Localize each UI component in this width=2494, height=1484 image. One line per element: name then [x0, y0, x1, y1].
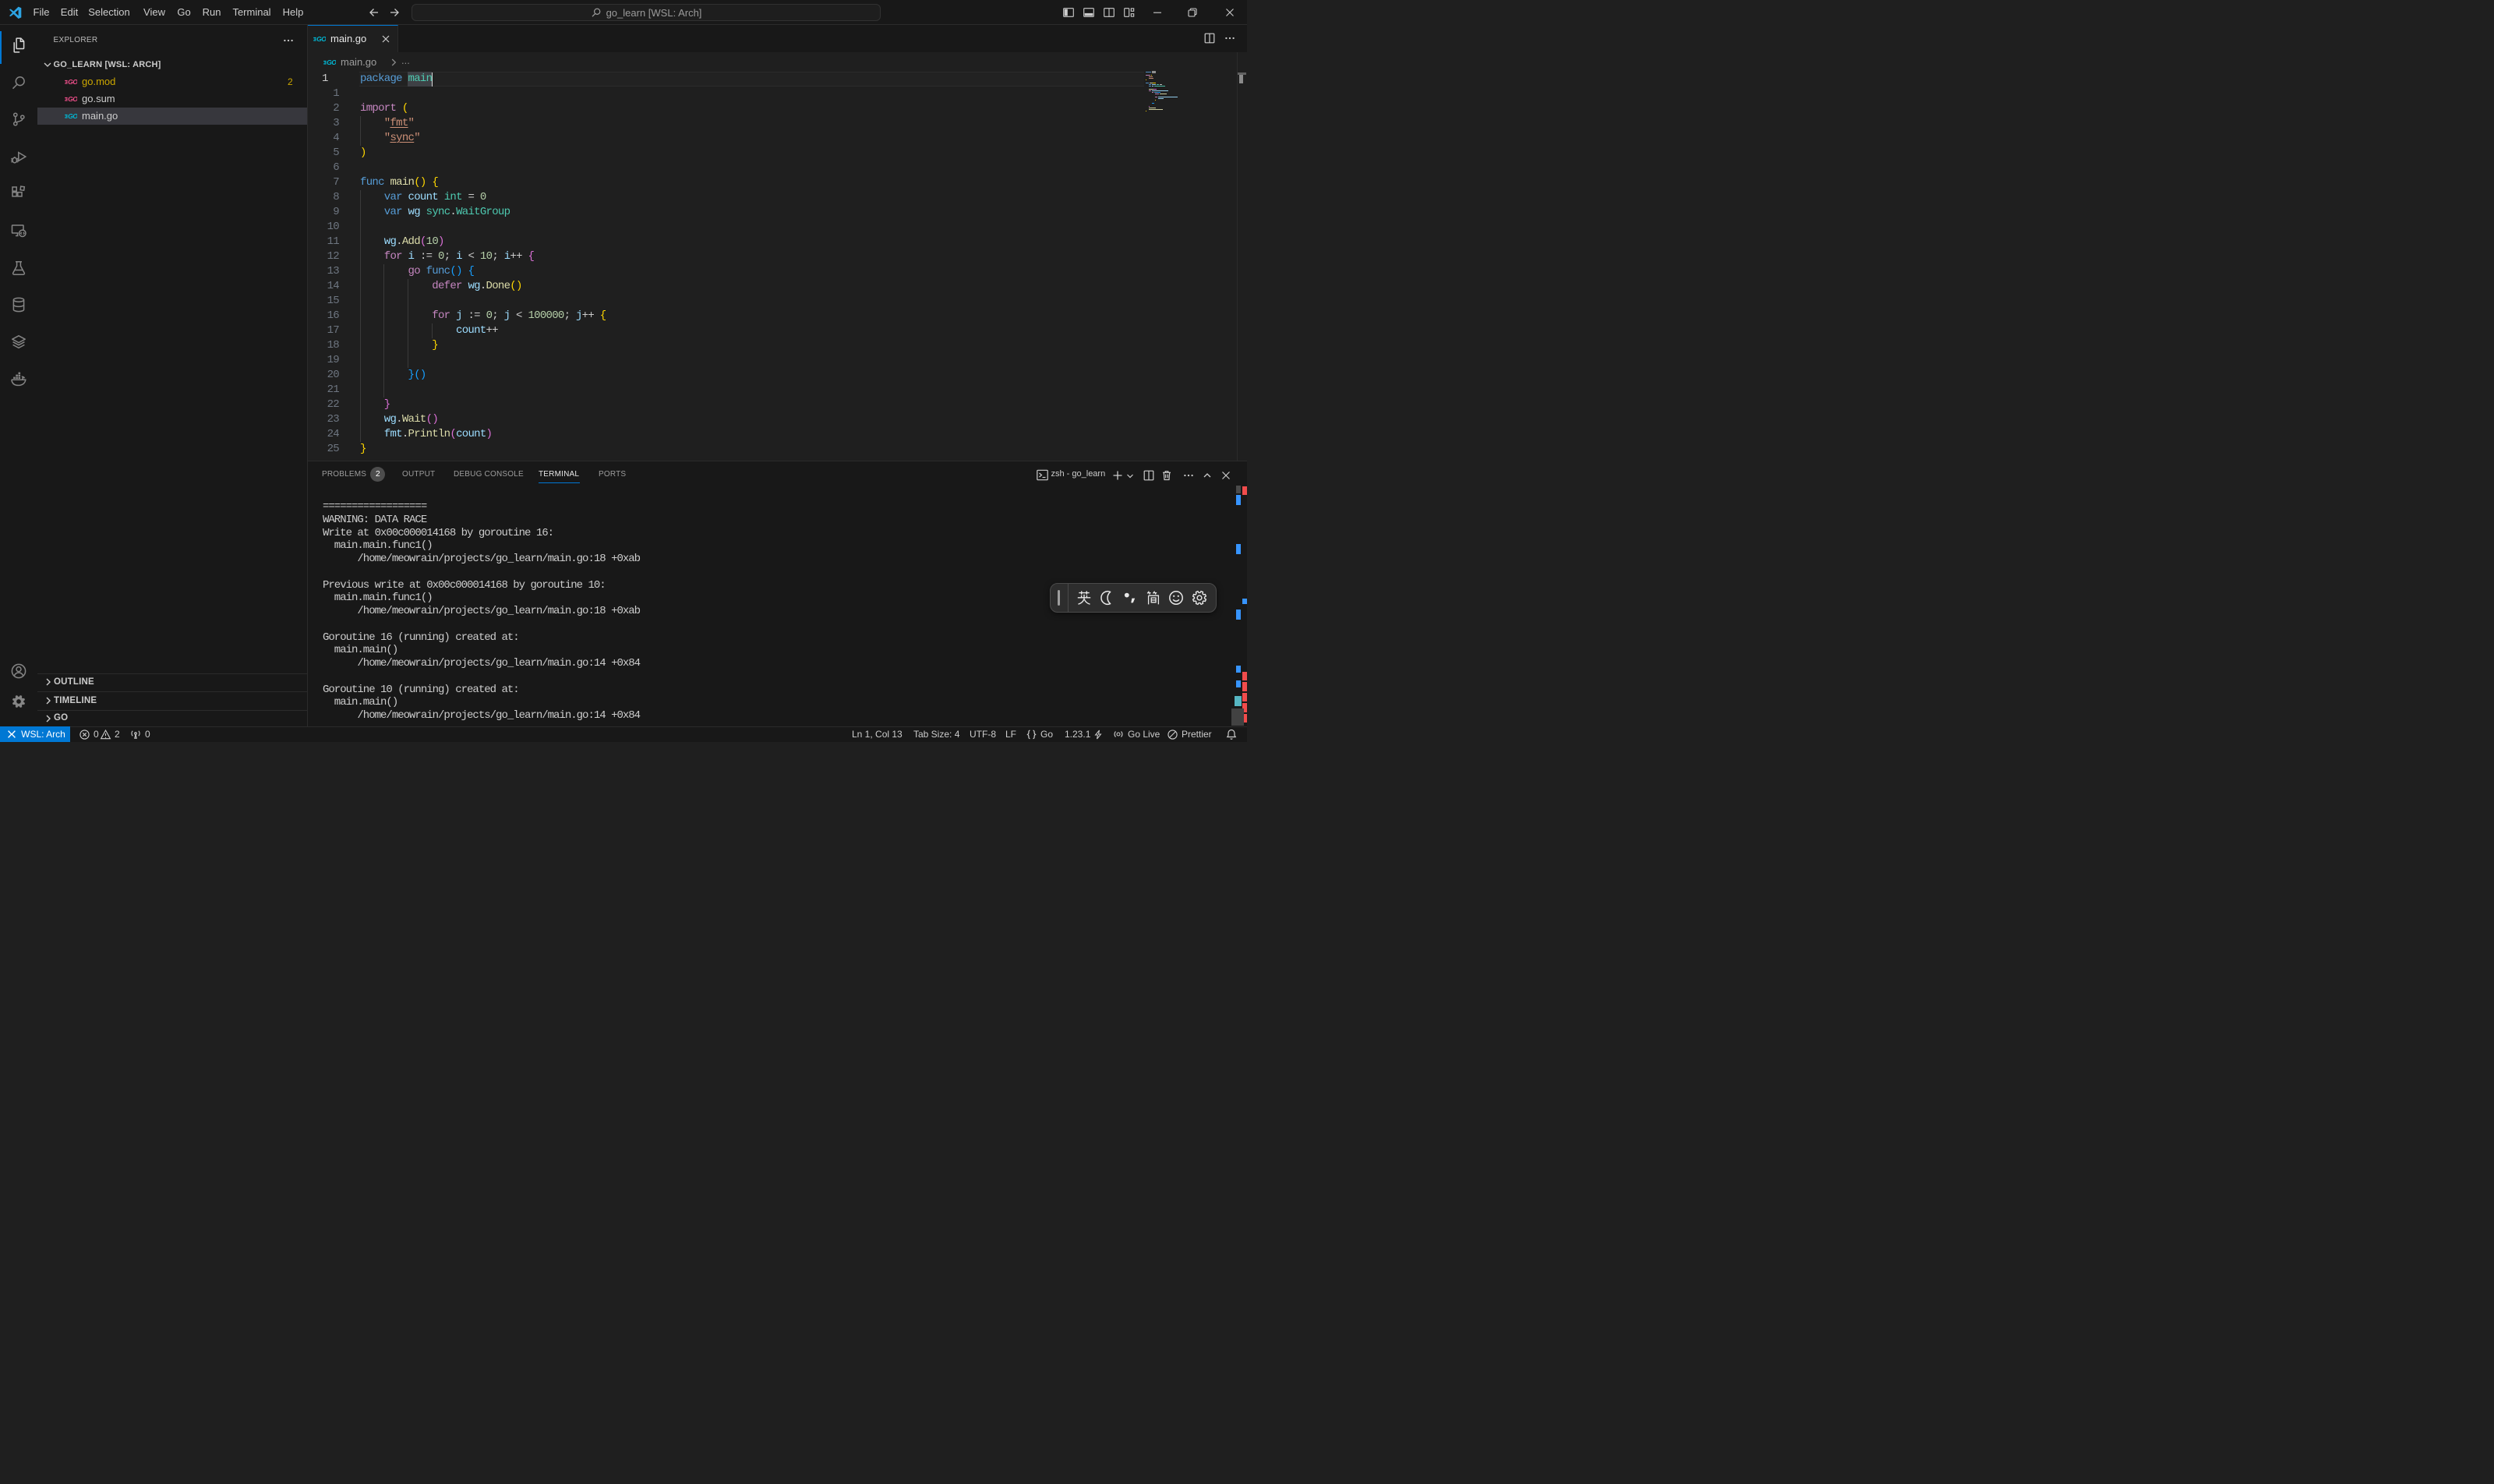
svg-text:GO: GO — [68, 111, 77, 119]
svg-text:GO: GO — [68, 94, 77, 102]
svg-text:GO: GO — [316, 34, 326, 42]
svg-text:GO: GO — [327, 58, 336, 66]
svg-text:GO: GO — [68, 77, 77, 85]
